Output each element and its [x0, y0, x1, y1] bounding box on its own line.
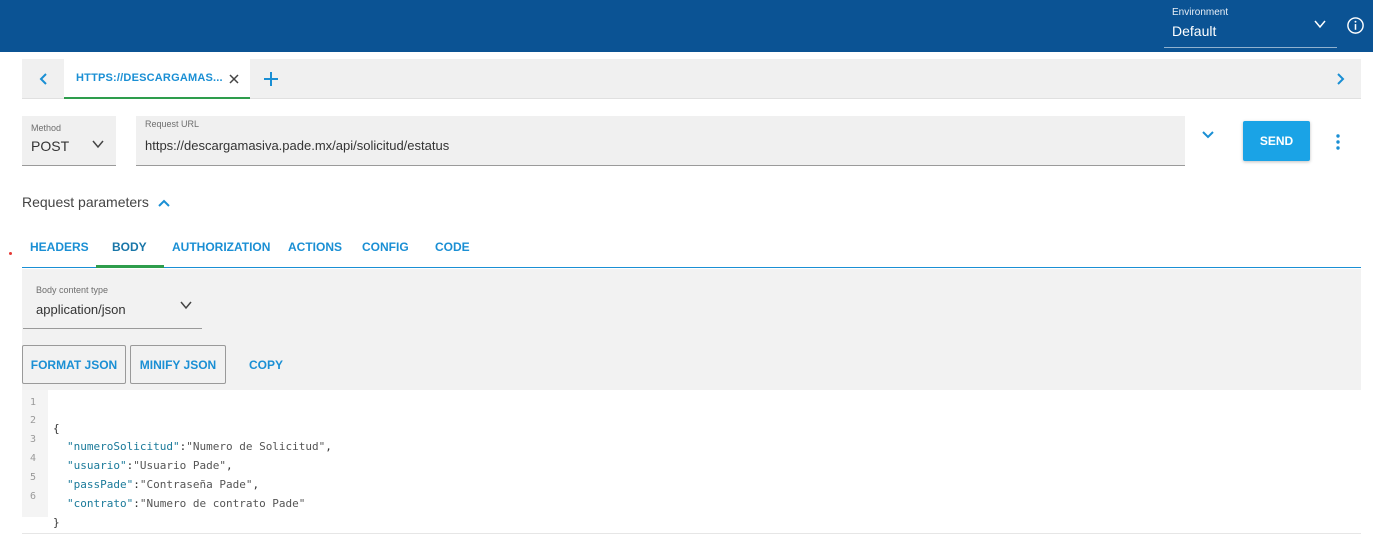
minify-json-button[interactable]: MINIFY JSON — [130, 345, 226, 384]
code-line: 4 "passPade":"Contraseña Pade", — [30, 453, 260, 491]
format-json-button[interactable]: FORMAT JSON — [22, 345, 126, 384]
chevron-down-icon[interactable] — [178, 297, 194, 313]
send-button[interactable]: SEND — [1243, 121, 1310, 161]
tab-config[interactable]: CONFIG — [362, 240, 409, 254]
chevron-up-icon[interactable] — [156, 195, 172, 211]
code-line: 5 "contrato":"Numero de contrato Pade" — [30, 472, 306, 510]
json-body-editor[interactable]: 1 { 2 "numeroSolicitud":"Numero de Solic… — [22, 390, 1361, 529]
environment-value: Default — [1172, 23, 1217, 39]
chevron-down-icon[interactable] — [1312, 16, 1328, 32]
method-value: POST — [31, 138, 70, 154]
request-tab-label: HTTPS://DESCARGAMAS... — [76, 72, 223, 84]
tab-authorization[interactable]: AUTHORIZATION — [172, 240, 270, 254]
tab-code[interactable]: CODE — [435, 240, 470, 254]
code-line: 6 } — [30, 491, 60, 529]
chevron-left-icon[interactable] — [36, 71, 52, 87]
close-icon[interactable] — [226, 71, 242, 87]
code-line: 3 "usuario":"Usuario Pade", — [30, 434, 233, 472]
copy-button[interactable]: COPY — [238, 345, 294, 384]
parameter-tabs: HEADERS BODY AUTHORIZATION ACTIONS CONFI… — [22, 228, 1361, 268]
body-content-type-label: Body content type — [36, 285, 109, 295]
environment-label: Environment — [1172, 7, 1229, 18]
info-icon[interactable] — [1346, 16, 1365, 35]
code-line: 1 { — [30, 397, 60, 435]
method-label: Method — [31, 123, 62, 133]
chevron-down-icon[interactable] — [90, 136, 106, 152]
method-select[interactable]: Method POST — [22, 116, 116, 166]
request-url-value: https://descargamasiva.pade.mx/api/solic… — [145, 138, 450, 153]
divider — [22, 533, 1361, 534]
indicator-dot — [9, 252, 12, 255]
tab-body[interactable]: BODY — [112, 240, 147, 254]
more-vertical-icon[interactable] — [1329, 132, 1347, 152]
tab-actions[interactable]: ACTIONS — [288, 240, 342, 254]
request-url-field[interactable]: Request URL https://descargamasiva.pade.… — [136, 116, 1185, 166]
active-tab-indicator — [96, 265, 164, 268]
code-line: 2 "numeroSolicitud":"Numero de Solicitud… — [30, 415, 332, 453]
request-url-label: Request URL — [145, 119, 200, 129]
request-tab[interactable]: HTTPS://DESCARGAMAS... — [64, 59, 250, 99]
plus-icon[interactable] — [262, 70, 280, 88]
chevron-right-icon[interactable] — [1332, 71, 1348, 87]
chevron-down-icon[interactable] — [1200, 127, 1216, 143]
body-content-type-select[interactable]: Body content type application/json — [23, 281, 202, 329]
request-parameters-label: Request parameters — [22, 194, 149, 210]
body-content-type-value: application/json — [36, 302, 126, 317]
top-app-bar: Environment Default — [0, 0, 1373, 52]
tab-headers[interactable]: HEADERS — [30, 240, 89, 254]
request-tab-strip: HTTPS://DESCARGAMAS... — [22, 59, 1361, 99]
